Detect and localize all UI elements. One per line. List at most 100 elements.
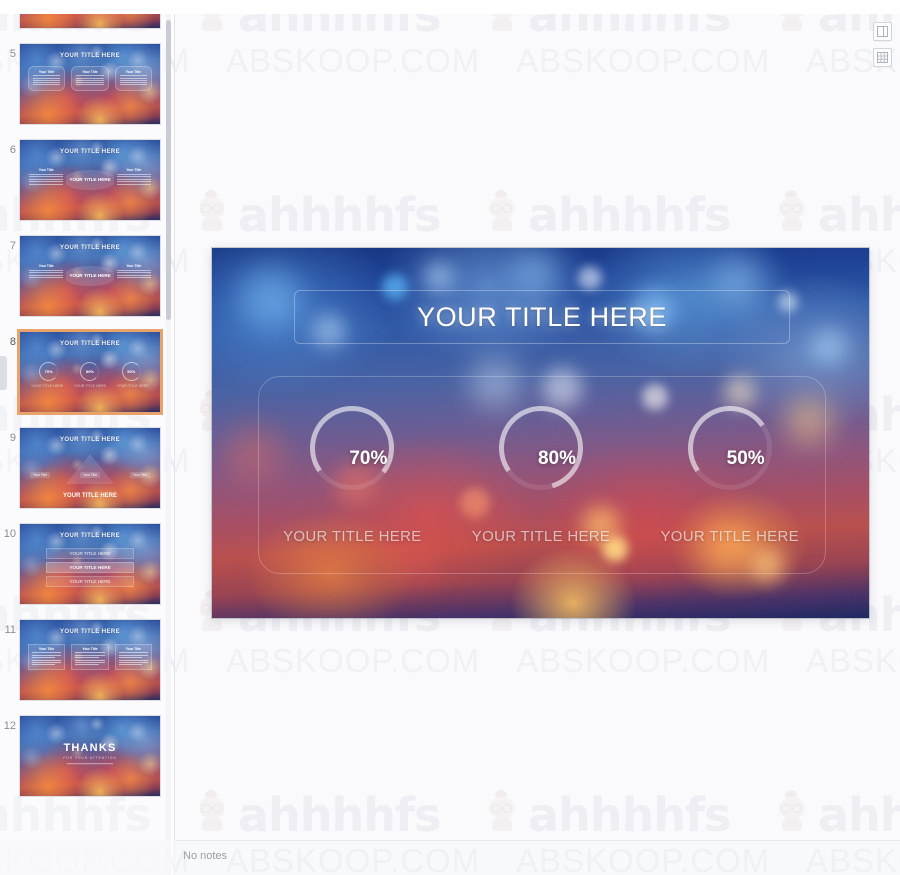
slide-thumbnail-11[interactable]: 11 YOUR TITLE HERE Your Title Your Title You… xyxy=(0,618,171,714)
slide-thumbnail-frame[interactable]: YOUR TITLE HERE Your Title YOUR TITLE HERE… xyxy=(20,236,160,316)
thumb-donut: 80% xyxy=(80,362,100,381)
thumb-band: YOUR TITLE HERE xyxy=(46,548,134,559)
thumb-band-stack: YOUR TITLE HERE YOUR TITLE HERE YOUR TITLE… xyxy=(46,548,134,590)
thumb-caption: YOUR TITLE HERE xyxy=(73,384,107,388)
metric-value: 80% xyxy=(537,448,577,469)
thumb-side-left: Your Title xyxy=(28,264,64,280)
slide-number-label: 10 xyxy=(3,528,16,540)
slide-title-text: YOUR TITLE HERE xyxy=(416,301,668,332)
thumb-hex-row: Your Title Your Title Your Title xyxy=(28,66,152,91)
layout-panel-icon[interactable] xyxy=(873,22,892,41)
metrics-row: 70% 80% 50% xyxy=(258,398,824,518)
slide-thumbnail-frame[interactable]: YOUR TITLE HEREYour TitleYour TitleYour … xyxy=(20,620,160,700)
thumb-text-line xyxy=(118,659,148,661)
thumb-pyramid-shape xyxy=(66,454,114,484)
thumb-text-line xyxy=(116,178,151,180)
thumb-thanks-title: THANKS xyxy=(63,742,117,754)
slide-title-box[interactable]: YOUR TITLE HERE xyxy=(294,290,790,344)
slide-thumbnail-frame[interactable]: YOUR TITLE HERE Your Title Your Title Your … xyxy=(20,428,160,508)
slide-thumbnail-5[interactable]: 5 YOUR TITLE HERE Your Title Your Title Your… xyxy=(0,42,171,138)
metric-value: 70% xyxy=(349,448,388,469)
thumb-card-heading: Your Title xyxy=(38,264,54,268)
side-tool-group[interactable] xyxy=(873,22,893,74)
thumb-caption: YOUR TITLE HERE xyxy=(116,384,149,388)
thumb-caption-row: YOUR TITLE HERE YOUR TITLE HERE YOUR TITLE… xyxy=(26,384,154,388)
layout-panel-glyph xyxy=(877,26,888,37)
thumb-card-heading: Your Title xyxy=(125,70,142,74)
thumb-rule xyxy=(67,763,113,764)
slide-thumbnail-10[interactable]: 10 YOUR TITLE HERE YOUR TITLE HERE YOUR TIT… xyxy=(0,522,171,618)
slide-number-label: 9 xyxy=(9,432,16,444)
thumb-hex-card: Your Title xyxy=(71,66,109,91)
slide-thumbnail-frame[interactable]: YOUR TITLE HEREYour TitleYour TitleYour … xyxy=(20,14,160,28)
thumb-text-line xyxy=(75,657,99,659)
thumb-text-line xyxy=(116,269,151,271)
slide-thumbnail-frame[interactable]: YOUR TITLE HERE YOUR TITLE HERE YOUR TITLE… xyxy=(20,524,160,604)
thumb-text-line xyxy=(119,77,147,79)
slide-number-label: 8 xyxy=(9,336,16,348)
thumb-text-line xyxy=(116,173,151,175)
thumb-text-line xyxy=(32,654,62,656)
slide-thumbnail-8[interactable]: 8 YOUR TITLE HERE 70% 80% 50% YOUR TITLE HERE… xyxy=(0,330,171,426)
slide-thumbnail-7[interactable]: 7 YOUR TITLE HERE Your Title YOUR TITLE HER… xyxy=(0,234,171,330)
thumb-donut: 50% xyxy=(121,362,141,381)
notes-placeholder: No notes xyxy=(183,850,228,862)
top-strip xyxy=(0,0,900,14)
thumb-card-row: Your Title Your Title Your Title xyxy=(28,644,152,670)
thumb-text-line xyxy=(118,657,143,659)
thumb-text-line xyxy=(116,176,151,177)
notes-pane[interactable]: No notes xyxy=(175,840,900,875)
thumb-text-line xyxy=(29,178,64,180)
grid-panel-icon[interactable] xyxy=(873,48,892,67)
slide-thumbnail-frame[interactable]: YOUR TITLE HEREYour TitleYour TitleYour … xyxy=(20,44,160,124)
slide-thumbnail-12[interactable]: 12 THANKS FOR YOUR ATTENTION xyxy=(0,714,171,810)
rail-scrollbar-thumb[interactable] xyxy=(166,20,171,320)
thumb-text-line xyxy=(119,84,147,86)
thumb-text-line xyxy=(32,652,62,654)
thumb-hex-card: Your Title xyxy=(114,66,152,91)
thumb-side-left: Your Title xyxy=(28,168,64,186)
slide-thumbnail-6[interactable]: 6 YOUR TITLE HERE Your Title YOUR TITLE HER… xyxy=(0,138,171,234)
thumb-text-line xyxy=(75,652,105,654)
thumb-title: YOUR TITLE HERE xyxy=(59,437,120,443)
thumb-bar-label: Your Title xyxy=(129,472,150,478)
thumb-bottom-title: YOUR TITLE HERE xyxy=(62,493,117,499)
current-slide-canvas[interactable]: YOUR TITLE HERE 70% 80% 50% YOUR TITLE HER… xyxy=(212,248,869,618)
thumb-card-heading: Your Title xyxy=(38,70,55,74)
slide-thumbnail-rail[interactable]: 4YOUR TITLE HEREYour TitleYour TitleYour… xyxy=(0,14,171,875)
thumb-text-line xyxy=(32,657,56,659)
metric-caption: YOUR TITLE HERE xyxy=(660,528,799,545)
thumb-text-line xyxy=(29,269,64,271)
thumb-slide-background xyxy=(20,14,160,28)
thumb-text-line xyxy=(29,176,64,177)
metric-caption: YOUR TITLE HERE xyxy=(471,528,611,545)
slide-number-label: 11 xyxy=(4,624,16,636)
slide-thumbnail-4[interactable]: 4YOUR TITLE HEREYour TitleYour TitleYour… xyxy=(0,14,171,42)
metric-caption: YOUR TITLE HERE xyxy=(283,528,422,545)
slide-number-label: 5 xyxy=(9,48,16,60)
slide-stage: YOUR TITLE HERE 70% 80% 50% YOUR TITLE HER… xyxy=(175,14,900,840)
thumb-bar-label: Your Title xyxy=(30,472,51,478)
thumb-text-line xyxy=(116,277,151,278)
slide-thumbnail-frame[interactable]: YOUR TITLE HERE 70% 80% 50% YOUR TITLE HERE Y… xyxy=(20,332,160,412)
thumb-text-line xyxy=(118,661,148,663)
thumb-text-line xyxy=(116,274,151,276)
thumb-text-line xyxy=(29,272,64,273)
thumb-card-heading: Your Title xyxy=(38,647,55,651)
thumb-text-line xyxy=(76,75,104,77)
thumb-side-right: Your Title xyxy=(116,168,152,186)
slide-thumbnail-9[interactable]: 9 YOUR TITLE HERE Your Title Your Title Your… xyxy=(0,426,171,522)
thumb-caption: YOUR TITLE HERE xyxy=(31,384,64,388)
thumb-text-line xyxy=(33,75,61,77)
slide-thumbnail-frame[interactable]: THANKS FOR YOUR ATTENTION xyxy=(20,716,160,796)
thumb-text-line xyxy=(32,661,62,663)
thumb-bar-label: Your Title xyxy=(79,472,100,478)
slide-thumbnail-frame[interactable]: YOUR TITLE HERE Your Title YOUR TITLE HERE… xyxy=(20,140,160,220)
thumb-card-heading: Your Title xyxy=(126,264,142,268)
slide-number-label: 7 xyxy=(9,240,16,252)
thumb-text-line xyxy=(29,183,64,185)
thumb-text-line xyxy=(119,82,147,84)
thumb-side-right: Your Title xyxy=(116,264,152,280)
metric-item: 50% xyxy=(635,398,824,518)
thumb-text-line xyxy=(75,661,105,663)
